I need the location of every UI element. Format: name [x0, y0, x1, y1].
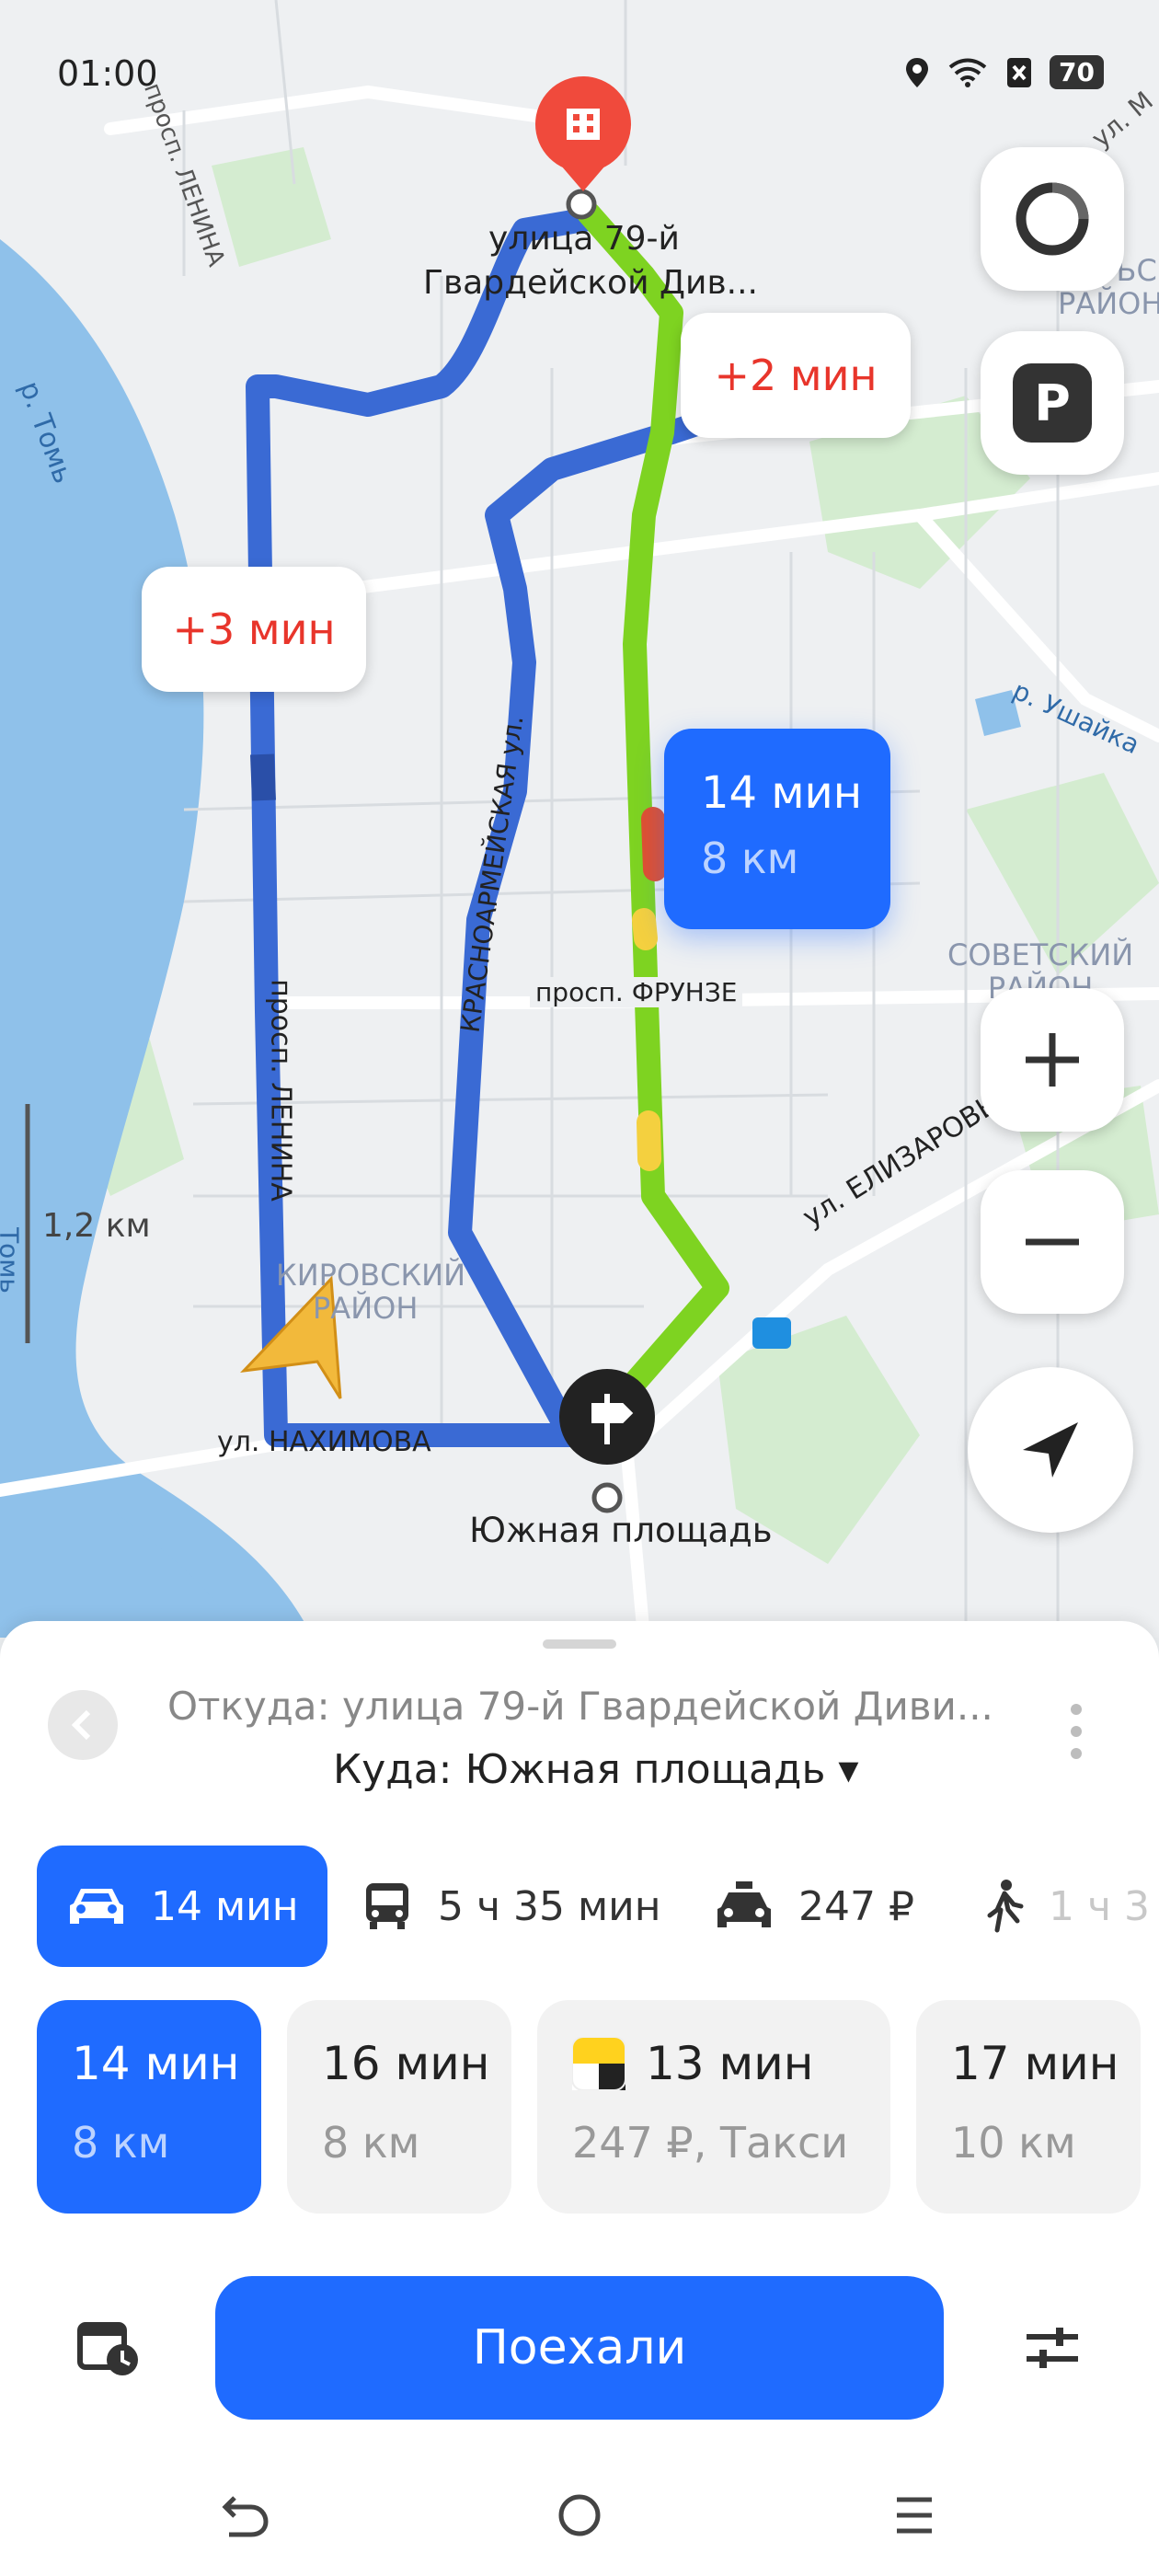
location-icon — [906, 57, 929, 87]
route-option-distance: 8 км — [72, 2118, 170, 2168]
wifi-icon — [948, 58, 987, 87]
home-circle-icon — [558, 2494, 601, 2536]
destination-label: улица 79-й Гвардейской Див... — [423, 220, 758, 302]
route-option-time: 17 мин — [951, 2037, 1119, 2090]
route-from-field[interactable]: Откуда: улица 79-й Гвардейской Диви... — [167, 1684, 993, 1729]
nav-recents-button[interactable] — [887, 2488, 942, 2543]
car-icon — [70, 1889, 123, 1924]
parking-button[interactable]: P — [981, 331, 1124, 475]
route-option-price: 247 ₽, Такси — [572, 2118, 849, 2168]
district-sovetsky-1: СОВЕТСКИЙ — [947, 937, 1134, 972]
mode-taxi-tab[interactable]: 247 ₽ — [714, 1846, 914, 1967]
route-option-card[interactable]: 17 мин 10 км — [916, 2000, 1141, 2214]
alice-assistant-button[interactable] — [981, 147, 1124, 291]
district-kirovsky-2: РАЙОН — [313, 1291, 419, 1326]
route-option-card[interactable]: 16 мин 8 км — [287, 2000, 511, 2214]
departure-time-button[interactable] — [74, 2313, 143, 2383]
calendar-clock-icon — [77, 2322, 138, 2375]
chevron-left-icon — [71, 1709, 91, 1741]
street-lenina: просп. ЛЕНИНА — [264, 979, 297, 1202]
route-option-time: 16 мин — [322, 2037, 490, 2090]
dot-icon — [1071, 1704, 1082, 1715]
mode-transit-tab[interactable]: 5 ч 35 мин — [361, 1846, 661, 1967]
route-settings-button[interactable] — [1017, 2313, 1087, 2383]
route-alt-delay-text: +2 мин — [714, 351, 878, 400]
route-option-card-taxi[interactable]: 13 мин 247 ₽, Такси — [537, 2000, 890, 2214]
route-bottom-sheet[interactable]: Откуда: улица 79-й Гвардейской Диви... К… — [0, 1621, 1159, 2576]
minus-icon — [1026, 1238, 1079, 1246]
sliders-icon — [1027, 2328, 1078, 2368]
route-option-distance: 8 км — [322, 2118, 420, 2168]
mode-walk-label: 1 ч 3 — [1049, 1882, 1150, 1930]
mode-taxi-label: 247 ₽ — [798, 1882, 914, 1930]
bus-icon — [366, 1883, 408, 1929]
go-button-label: Поехали — [472, 2320, 687, 2375]
mode-car-tab[interactable]: 14 мин — [37, 1846, 327, 1967]
walk-icon — [987, 1880, 1024, 1933]
navigation-arrow-icon — [1023, 1422, 1078, 1478]
route-option-distance: 10 км — [951, 2118, 1076, 2168]
zoom-out-button[interactable] — [981, 1170, 1124, 1314]
map-scale-label: 1,2 км — [42, 1207, 151, 1245]
battery-indicator: 70 — [1050, 55, 1104, 89]
back-arrow-icon — [222, 2496, 269, 2537]
route-main-bubble[interactable]: 14 мин 8 км — [664, 729, 890, 929]
zoom-in-button[interactable] — [981, 988, 1124, 1132]
mode-walk-tab[interactable]: 1 ч 3 — [984, 1846, 1150, 1967]
route-alt-delay-bubble-2[interactable]: +3 мин — [142, 567, 366, 692]
parking-icon: P — [1013, 363, 1092, 443]
yandex-taxi-logo-icon — [572, 2037, 625, 2090]
district-oktyabrsky-2: РАЙОН — [1058, 286, 1159, 321]
transport-mode-tabs: 14 мин 5 ч 35 мин 247 ₽ 1 ч 3 — [37, 1846, 1159, 1967]
dot-icon — [1071, 1726, 1082, 1737]
sheet-drag-handle[interactable] — [543, 1639, 616, 1649]
no-sim-icon — [1007, 57, 1032, 87]
route-main-distance: 8 км — [701, 834, 799, 883]
route-option-time: 13 мин — [572, 2037, 813, 2090]
route-alt-delay-bubble[interactable]: +2 мин — [681, 313, 911, 438]
river-tom-2: Томь — [0, 1227, 25, 1294]
nav-back-button[interactable] — [217, 2488, 272, 2543]
taxi-time: 13 мин — [646, 2037, 814, 2090]
my-location-button[interactable] — [968, 1367, 1133, 1533]
origin-label: Южная площадь — [469, 1511, 773, 1550]
route-options: 14 мин 8 км 16 мин 8 км 13 мин 247 ₽, Та… — [37, 2000, 1159, 2214]
street-nakhimova: ул. НАХИМОВА — [217, 1426, 431, 1458]
alice-icon — [1016, 182, 1089, 256]
district-kirovsky-1: КИРОВСКИЙ — [276, 1258, 466, 1293]
route-option-time: 14 мин — [72, 2037, 240, 2090]
route-option-card[interactable]: 14 мин 8 км — [37, 2000, 261, 2214]
go-button[interactable]: Поехали — [215, 2276, 944, 2420]
status-bar: 01:00 70 — [0, 53, 1159, 101]
more-options-button[interactable] — [1058, 1695, 1095, 1768]
back-button[interactable] — [48, 1690, 118, 1760]
status-icons: 70 — [904, 55, 1104, 89]
system-nav-bar — [0, 2466, 1159, 2558]
street-frunze: просп. ФРУНЗЕ — [530, 977, 743, 1007]
nav-home-button[interactable] — [552, 2488, 607, 2543]
map-view[interactable]: 01:00 70 улица 79-й Гвардейской Див... Ю… — [0, 0, 1159, 1638]
route-alt-delay-text-2: +3 мин — [172, 604, 336, 654]
plus-icon — [1026, 1033, 1079, 1087]
mode-car-label: 14 мин — [151, 1882, 299, 1930]
route-to-field[interactable]: Куда: Южная площадь ▾ — [333, 1746, 858, 1793]
route-main-time: 14 мин — [701, 767, 863, 819]
taxi-icon — [717, 1881, 771, 1927]
district-kirovsky: КИРОВСКИЙ РАЙОН — [276, 1259, 465, 1325]
dot-icon — [1071, 1748, 1082, 1759]
menu-icon — [897, 2497, 932, 2534]
mode-transit-label: 5 ч 35 мин — [438, 1882, 661, 1930]
